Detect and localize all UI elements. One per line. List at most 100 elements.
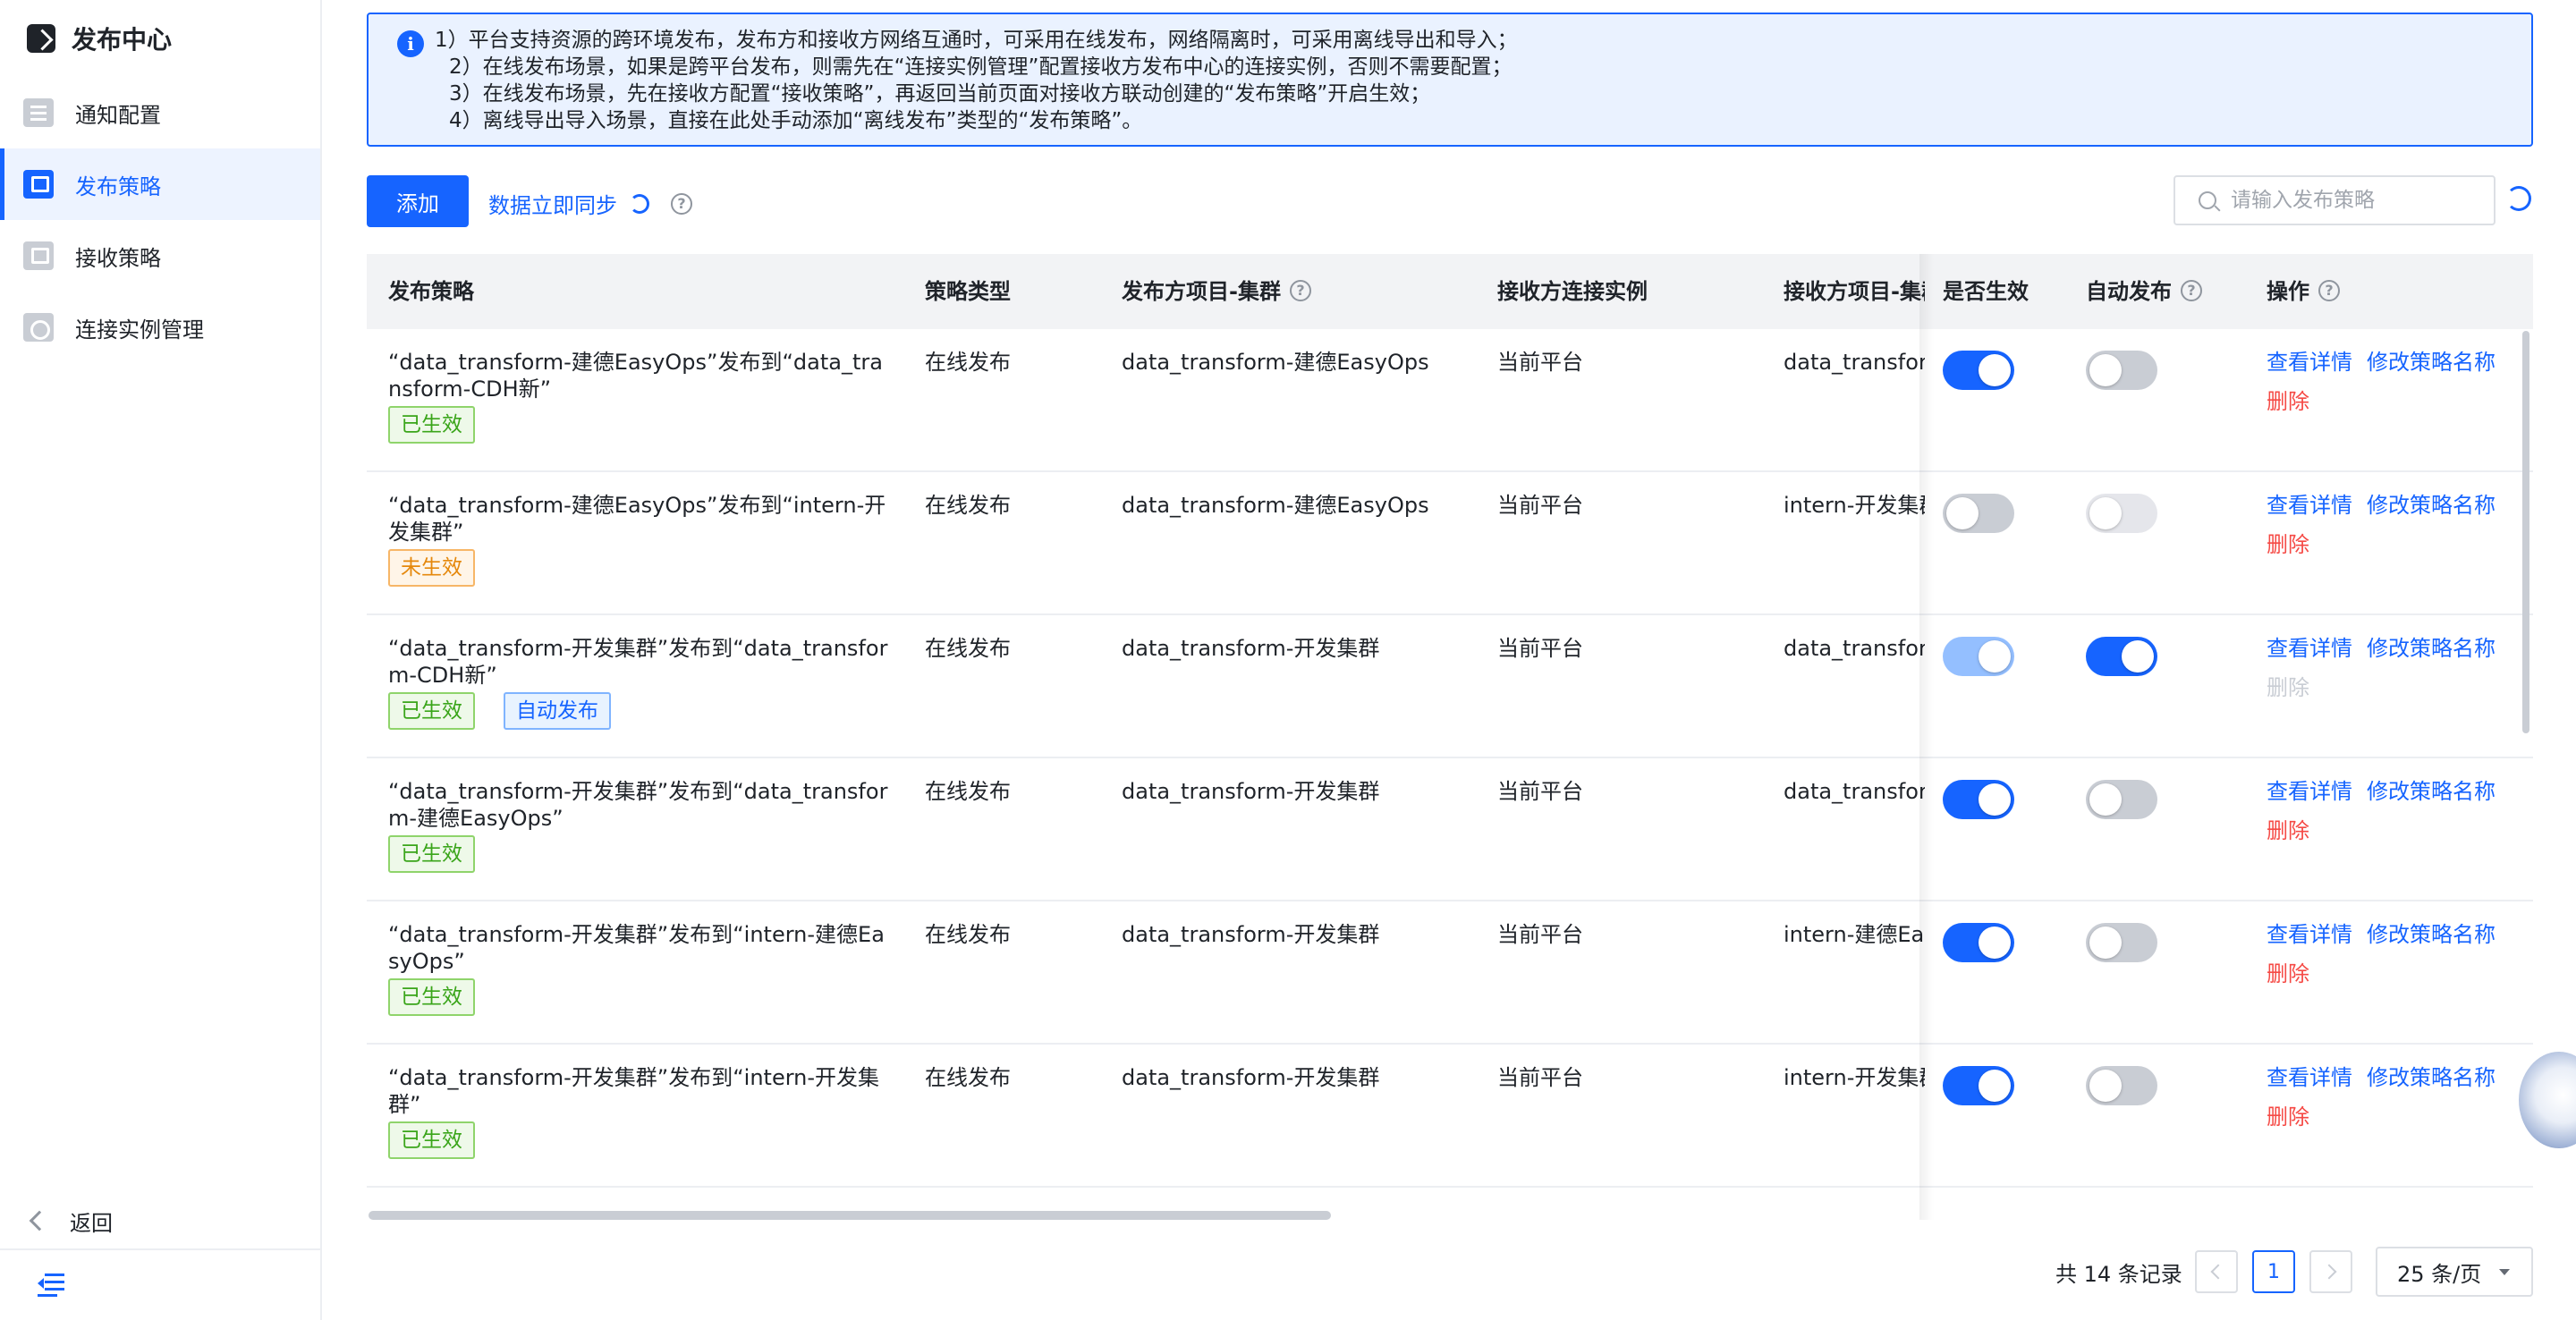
enabled-toggle[interactable] <box>1943 637 2014 676</box>
receiver-connection: 当前平台 <box>1497 922 1583 947</box>
strategy-name: “data_transform-开发集群”发布到“intern-开发集群” <box>388 1065 880 1117</box>
strategy-type: 在线发布 <box>925 1065 1011 1090</box>
connection-instance-icon <box>23 313 54 342</box>
enabled-toggle[interactable] <box>1943 494 2014 533</box>
search-input[interactable] <box>2231 189 2481 212</box>
chevron-right-icon <box>2321 1264 2337 1280</box>
sidebar-item-connection-instance[interactable]: 连接实例管理 <box>0 292 320 363</box>
collapse-sidebar-button[interactable] <box>0 1248 320 1320</box>
view-detail-link[interactable]: 查看详情 <box>2267 779 2352 804</box>
rename-strategy-link[interactable]: 修改策略名称 <box>2367 1065 2496 1090</box>
add-button[interactable]: 添加 <box>367 175 469 227</box>
info-line: 3）在线发布场景，先在接收方配置“接收策略”，再返回当前页面对接收方联动创建的“… <box>449 82 1431 106</box>
row-tags: 已生效 <box>388 1121 475 1159</box>
page-size-select[interactable]: 25 条/页 <box>2376 1247 2533 1297</box>
refresh-icon <box>630 193 649 214</box>
enabled-toggle[interactable] <box>1943 923 2014 962</box>
auto-publish-toggle[interactable] <box>2086 1066 2157 1105</box>
table-row: “data_transform-开发集群”发布到“data_transform-… <box>367 758 2533 901</box>
delete-link: 删除 <box>2267 675 2309 700</box>
rename-strategy-link[interactable]: 修改策略名称 <box>2367 922 2496 947</box>
strategy-name: “data_transform-建德EasyOps”发布到“data_trans… <box>388 350 883 402</box>
status-badge: 已生效 <box>388 978 475 1016</box>
strategy-type: 在线发布 <box>925 922 1011 947</box>
col-type: 策略类型 <box>925 279 1011 304</box>
info-lines: 1）平台支持资源的跨环境发布，发布方和接收方网络互通时，可采用在线发布，网络隔离… <box>435 27 1518 134</box>
menu-collapse-icon <box>38 1273 64 1297</box>
enabled-toggle[interactable] <box>1943 351 2014 390</box>
sidebar-item-publish-strategy[interactable]: 发布策略 <box>0 148 320 220</box>
next-page-button[interactable] <box>2309 1250 2352 1293</box>
chevron-left-icon <box>2210 1264 2226 1280</box>
delete-link[interactable]: 删除 <box>2267 531 2510 558</box>
target-project-cluster: intern-开发集群 <box>1784 493 1925 518</box>
row-tags: 已生效 <box>388 978 475 1016</box>
toolbar: 添加 数据立即同步 ? <box>367 175 2533 229</box>
strategy-name: “data_transform-建德EasyOps”发布到“intern-开发集… <box>388 493 886 545</box>
reload-table-icon[interactable] <box>2506 186 2531 211</box>
auto-publish-toggle[interactable] <box>2086 780 2157 819</box>
delete-link[interactable]: 删除 <box>2267 960 2510 987</box>
sync-now-link[interactable]: 数据立即同步 ? <box>488 188 692 219</box>
prev-page-button[interactable] <box>2195 1250 2238 1293</box>
delete-link[interactable]: 删除 <box>2267 388 2510 415</box>
main-content: i 1）平台支持资源的跨环境发布，发布方和接收方网络互通时，可采用在线发布，网络… <box>367 0 2533 1320</box>
delete-link[interactable]: 删除 <box>2267 817 2510 844</box>
strategy-type: 在线发布 <box>925 350 1011 375</box>
search-box[interactable] <box>2174 175 2496 225</box>
help-icon[interactable]: ? <box>2181 280 2202 301</box>
sidebar-item-notification-config[interactable]: 通知配置 <box>0 77 320 148</box>
strategy-name: “data_transform-开发集群”发布到“intern-建德EasyOp… <box>388 922 885 974</box>
sidebar-item-receive-strategy[interactable]: 接收策略 <box>0 220 320 292</box>
col-strategy: 发布策略 <box>388 279 474 304</box>
table-row: “data_transform-开发集群”发布到“data_transform-… <box>367 615 2533 758</box>
delete-link[interactable]: 删除 <box>2267 1104 2510 1130</box>
page-size-value: 25 条/页 <box>2397 1261 2482 1287</box>
info-icon: i <box>397 30 424 57</box>
app-title: 发布中心 <box>72 25 173 55</box>
vertical-scrollbar[interactable] <box>2522 331 2529 733</box>
rename-strategy-link[interactable]: 修改策略名称 <box>2367 636 2496 661</box>
status-badge: 已生效 <box>388 406 475 444</box>
row-actions: 查看详情 修改策略名称删除 <box>2267 778 2510 844</box>
info-line: 2）在线发布场景，如果是跨平台发布，则需先在“连接实例管理”配置接收方发布中心的… <box>449 55 1513 79</box>
help-icon[interactable]: ? <box>2318 280 2340 301</box>
status-badge: 已生效 <box>388 692 475 730</box>
sidebar-item-label: 发布策略 <box>75 173 161 199</box>
auto-publish-toggle[interactable] <box>2086 923 2157 962</box>
view-detail-link[interactable]: 查看详情 <box>2267 636 2352 661</box>
strategy-name: “data_transform-开发集群”发布到“data_transform-… <box>388 636 888 688</box>
target-project-cluster: data_transform-建德EasyOps <box>1784 779 1925 804</box>
pagination-total: 共 14 条记录 <box>2055 1261 2182 1287</box>
auto-publish-toggle[interactable] <box>2086 494 2157 533</box>
rename-strategy-link[interactable]: 修改策略名称 <box>2367 779 2496 804</box>
enabled-toggle[interactable] <box>1943 1066 2014 1105</box>
auto-publish-toggle[interactable] <box>2086 637 2157 676</box>
horizontal-scrollbar[interactable] <box>369 1211 1331 1220</box>
help-icon[interactable]: ? <box>1289 280 1311 301</box>
table-header: 发布策略 策略类型 发布方项目-集群? 接收方连接实例 接收方项目-集群 是否生… <box>367 254 2533 329</box>
strategy-name: “data_transform-开发集群”发布到“data_transform-… <box>388 779 888 831</box>
receiver-connection: 当前平台 <box>1497 1065 1583 1090</box>
enabled-toggle[interactable] <box>1943 780 2014 819</box>
strategy-type: 在线发布 <box>925 636 1011 661</box>
auto-publish-toggle[interactable] <box>2086 351 2157 390</box>
row-tags: 已生效 <box>388 406 475 444</box>
view-detail-link[interactable]: 查看详情 <box>2267 922 2352 947</box>
sidebar-item-label: 接收策略 <box>75 245 161 271</box>
row-actions: 查看详情 修改策略名称删除 <box>2267 349 2510 415</box>
target-project-cluster: intern-建德EasyOps <box>1784 922 1925 947</box>
rename-strategy-link[interactable]: 修改策略名称 <box>2367 493 2496 518</box>
status-badge: 已生效 <box>388 1121 475 1159</box>
back-button[interactable]: 返回 <box>0 1189 320 1252</box>
view-detail-link[interactable]: 查看详情 <box>2267 1065 2352 1090</box>
page-number-button[interactable]: 1 <box>2252 1250 2295 1293</box>
source-project-cluster: data_transform-开发集群 <box>1122 779 1380 804</box>
rename-strategy-link[interactable]: 修改策略名称 <box>2367 350 2496 375</box>
help-icon[interactable]: ? <box>671 192 692 215</box>
view-detail-link[interactable]: 查看详情 <box>2267 350 2352 375</box>
receiver-connection: 当前平台 <box>1497 350 1583 375</box>
info-line: 4）离线导出导入场景，直接在此处手动添加“离线发布”类型的“发布策略”。 <box>449 109 1143 132</box>
view-detail-link[interactable]: 查看详情 <box>2267 493 2352 518</box>
receiver-connection: 当前平台 <box>1497 779 1583 804</box>
